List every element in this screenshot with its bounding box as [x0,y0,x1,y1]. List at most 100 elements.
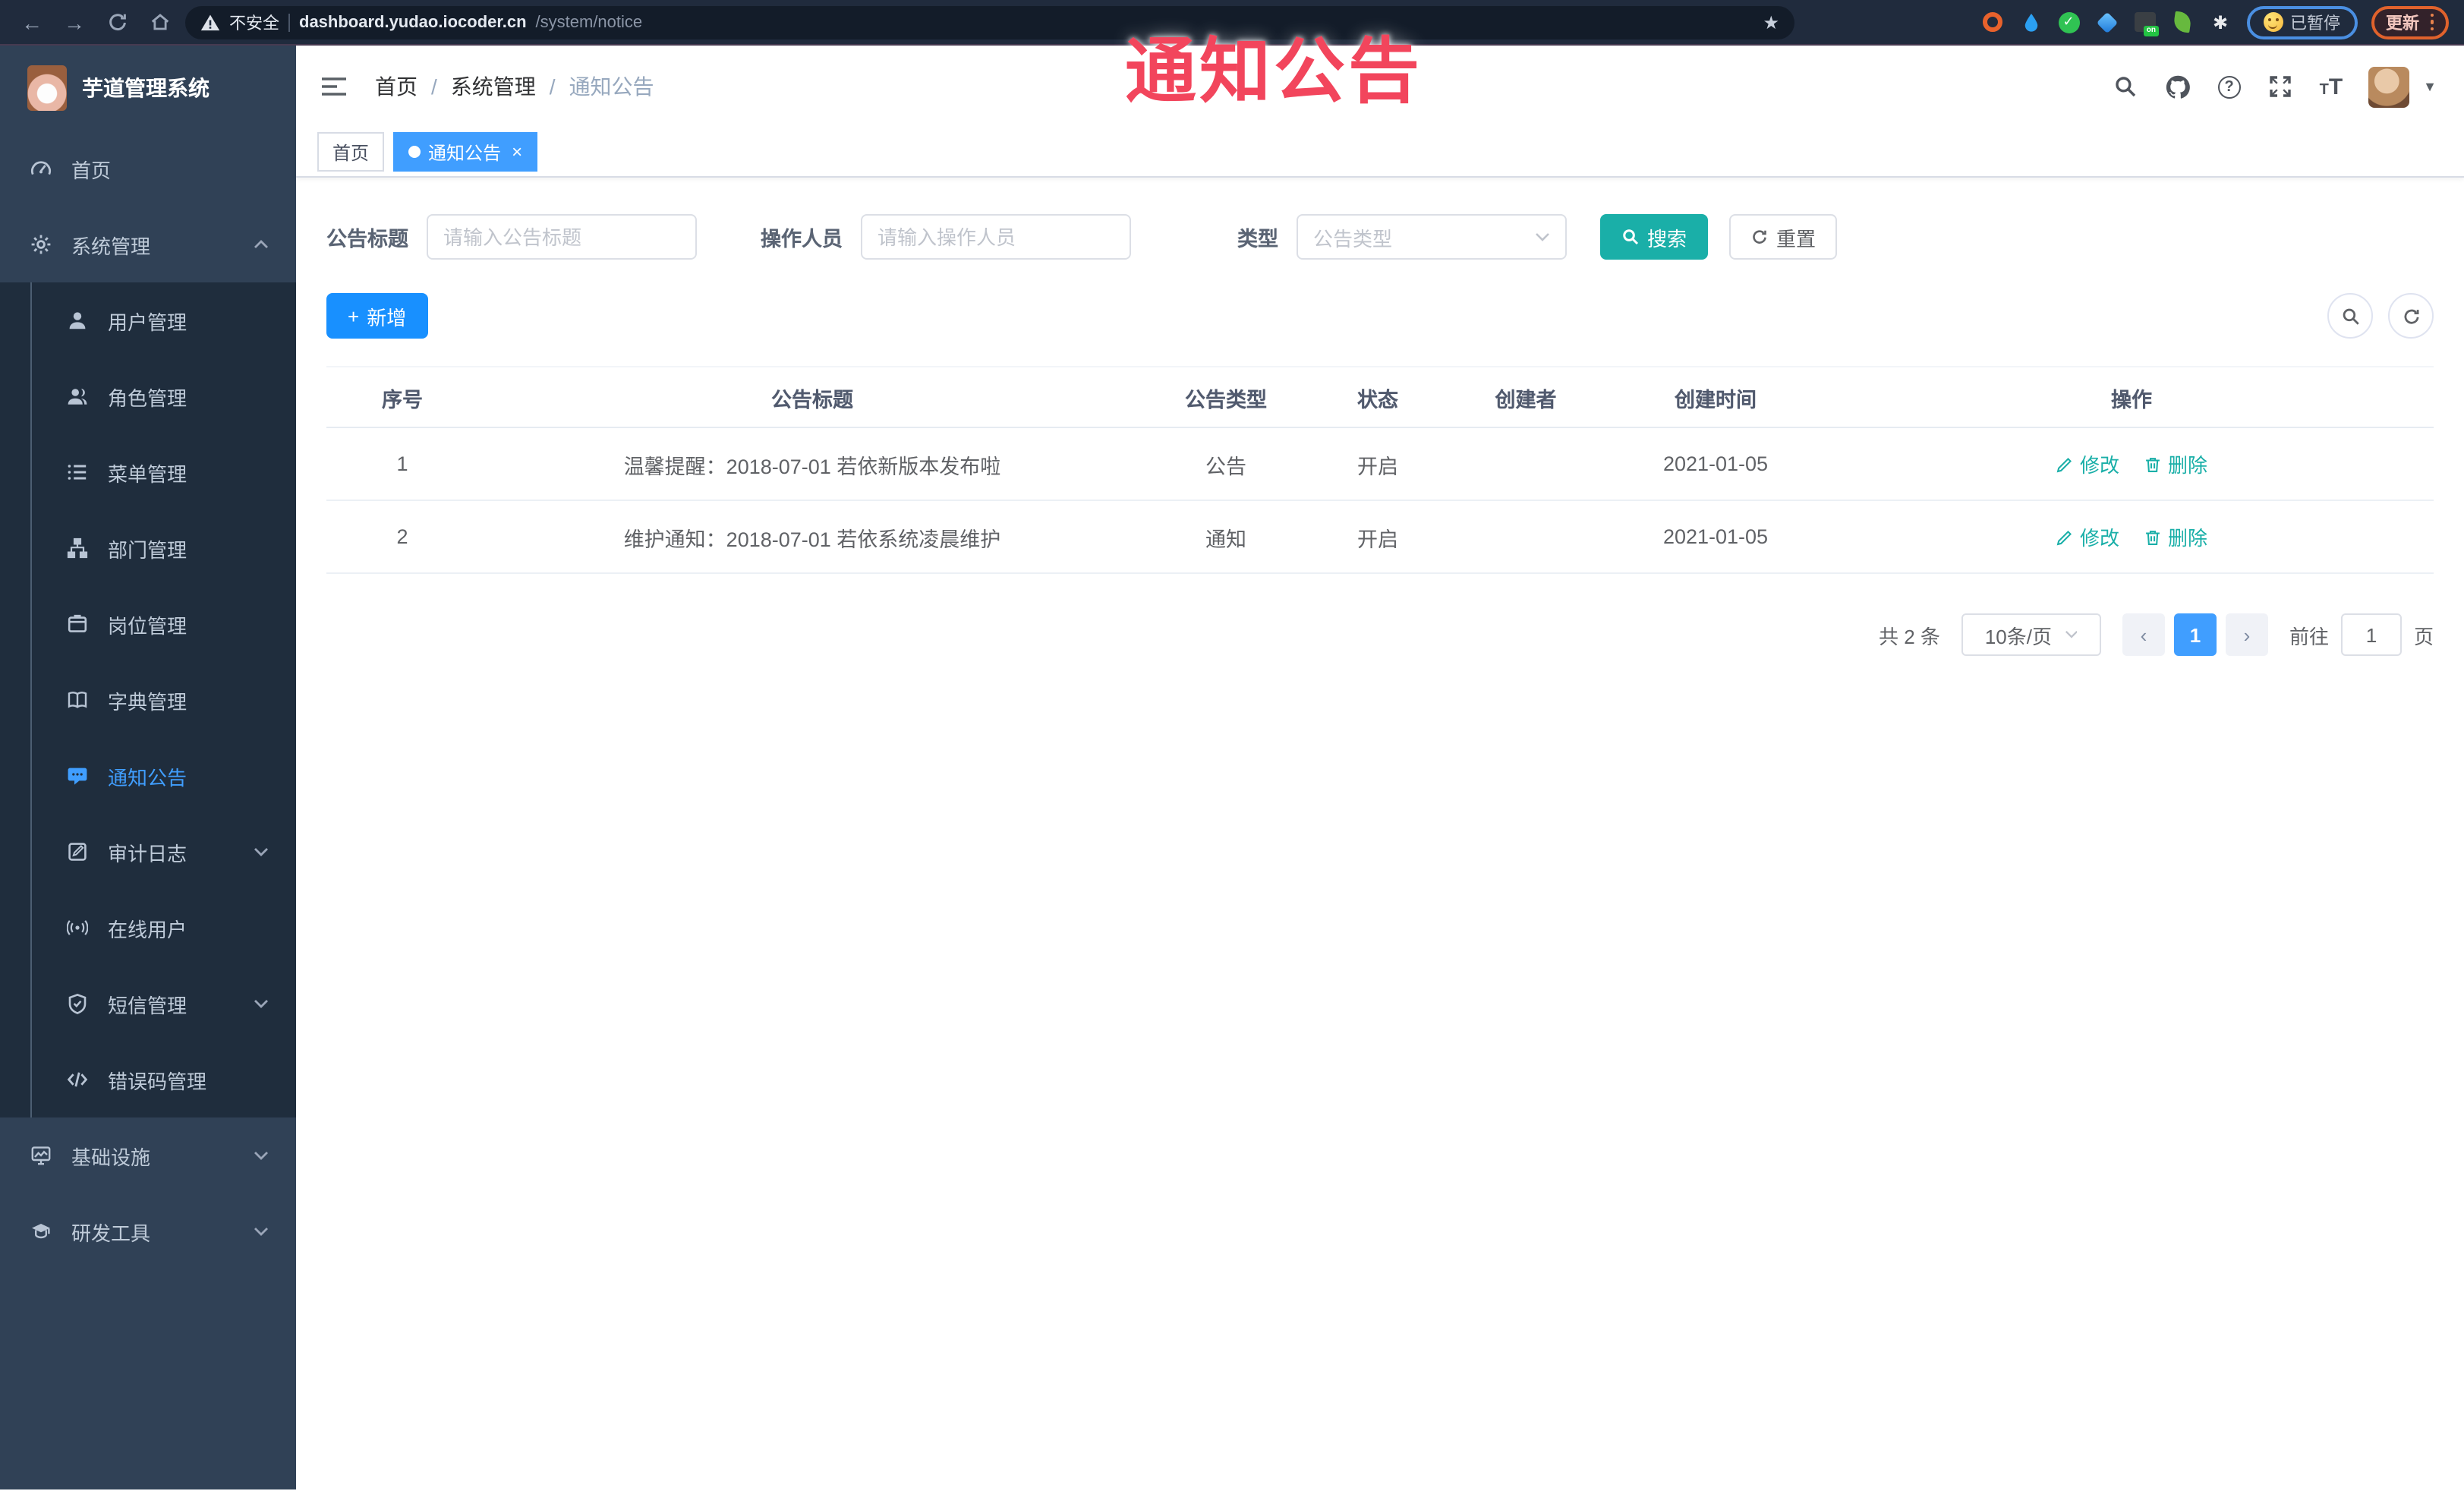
goto-label: 前往 [2289,625,2329,648]
warning-icon [200,13,220,31]
delete-link[interactable]: 删除 [2144,522,2207,551]
search-button[interactable]: 搜索 [1600,214,1709,260]
home-icon[interactable] [143,5,176,39]
goto-page-input[interactable] [2340,613,2402,656]
menu-list-icon [67,462,88,483]
title-label: 公告标题 [326,228,408,251]
cell-no: 1 [326,427,478,501]
font-size-icon[interactable]: TT [2320,75,2343,98]
hamburger-icon[interactable] [320,74,348,99]
forward-icon[interactable]: → [58,5,91,39]
sidebar-item-错误码管理[interactable]: 错误码管理 [0,1042,296,1117]
help-icon[interactable]: ? [2217,75,2241,98]
sidebar-item-label: 首页 [71,159,112,181]
log-icon [67,841,88,862]
tag-close-icon[interactable]: × [512,141,522,162]
extension-drop-icon[interactable] [2018,10,2043,34]
sidebar-item-短信管理[interactable]: 短信管理 [0,966,296,1042]
col-type: 公告类型 [1146,366,1306,428]
title-input[interactable] [427,214,697,260]
breadcrumb-home[interactable]: 首页 [375,71,417,102]
sidebar-item-字典管理[interactable]: 字典管理 [0,662,296,738]
cell-type: 通知 [1146,500,1306,574]
refresh-button[interactable] [2388,293,2434,339]
table-row: 2 维护通知：2018-07-01 若依系统凌晨维护 通知 开启 2021-01-05 修… [326,500,2434,574]
sidebar-item-系统管理[interactable]: 系统管理 [0,206,296,282]
sidebar-item-通知公告[interactable]: 通知公告 [0,738,296,814]
chevron-down-icon [254,999,269,1008]
table-toolbar: + 新增 [326,293,2434,339]
operator-input[interactable] [861,214,1131,260]
chevron-down-icon [1535,232,1550,241]
cell-no: 2 [326,500,478,574]
org-tree-icon [67,537,88,559]
profile-paused-chip[interactable]: 已暂停 [2246,5,2357,39]
tag-home[interactable]: 首页 [317,132,385,172]
filter-form: 公告标题 操作人员 类型 公告类型 搜索 [326,214,2434,260]
extension-green-circle-icon[interactable]: ✓ [2056,10,2081,34]
sidebar-item-角色管理[interactable]: 角色管理 [0,358,296,434]
breadcrumb-separator: / [431,74,437,99]
tag-notice[interactable]: 通知公告 × [393,132,538,172]
browser-update-button[interactable]: 更新 [2371,5,2449,39]
page-1-button[interactable]: 1 [2173,613,2217,656]
app-logo[interactable]: 芋道管理系统 [0,46,296,131]
sidebar-item-研发工具[interactable]: 研发工具 [0,1193,296,1269]
cell-type: 公告 [1146,427,1306,501]
back-icon[interactable]: ← [15,5,49,39]
chevron-up-icon [254,240,269,249]
page-content: 公告标题 操作人员 类型 公告类型 搜索 [296,178,2464,1489]
reload-icon[interactable] [100,5,134,39]
col-created: 创建时间 [1602,366,1829,428]
sidebar-item-部门管理[interactable]: 部门管理 [0,510,296,586]
avatar[interactable] [2368,66,2410,107]
chevron-down-icon [254,1151,269,1160]
breadcrumb-separator: / [549,74,556,99]
sidebar-item-首页[interactable]: 首页 [0,131,296,206]
logo-image [27,65,67,111]
edit-link[interactable]: 修改 [2056,522,2119,551]
sidebar-item-菜单管理[interactable]: 菜单管理 [0,434,296,510]
cell-actions: 修改 删除 [1829,500,2434,574]
dashboard-icon [30,158,52,179]
app-title: 芋道管理系统 [82,76,210,100]
edit-link[interactable]: 修改 [2056,449,2119,478]
sidebar-item-审计日志[interactable]: 审计日志 [0,814,296,890]
sidebar-item-label: 在线用户 [108,918,187,941]
extensions-puzzle-icon[interactable]: ✱ [2208,10,2232,34]
extension-gem-icon[interactable] [2094,10,2119,34]
sidebar-item-label: 菜单管理 [108,462,187,485]
type-label: 类型 [1237,228,1278,251]
extension-leaf-icon[interactable] [2170,10,2195,34]
sidebar-item-label: 审计日志 [108,842,187,865]
toggle-search-button[interactable] [2327,293,2373,339]
breadcrumb: 首页 / 系统管理 / 通知公告 [375,71,654,102]
add-button[interactable]: + 新增 [326,293,428,339]
extension-onoff-icon[interactable]: on [2132,10,2158,36]
bookmark-star-icon[interactable]: ★ [1763,11,1779,33]
extension-orange-ring-icon[interactable] [1980,10,2005,34]
address-bar[interactable]: 不安全 dashboard.yudao.iocoder.cn/system/no… [185,5,1794,39]
next-page-button[interactable]: › [2225,613,2268,656]
browser-menu-icon[interactable] [2430,13,2434,31]
sidebar-item-在线用户[interactable]: 在线用户 [0,890,296,966]
chevron-down-icon[interactable]: ▼ [2423,79,2437,94]
prev-page-button[interactable]: ‹ [2122,613,2165,656]
gear-icon [30,234,52,255]
browser-extensions: ✓ on ✱ 已暂停 更新 [1980,5,2449,39]
reset-button[interactable]: 重置 [1729,214,1838,260]
delete-link[interactable]: 删除 [2144,449,2207,478]
github-icon[interactable] [2165,73,2192,100]
page-size-select[interactable]: 10条/页 [1961,613,2101,656]
fullscreen-icon[interactable] [2267,73,2294,100]
sidebar-item-岗位管理[interactable]: 岗位管理 [0,586,296,662]
user-icon [67,310,88,331]
sidebar-item-用户管理[interactable]: 用户管理 [0,282,296,358]
cell-created: 2021-01-05 [1602,427,1829,501]
type-select[interactable]: 公告类型 [1297,214,1567,260]
shield-icon [67,993,88,1014]
sidebar-item-基础设施[interactable]: 基础设施 [0,1117,296,1193]
update-label: 更新 [2386,14,2419,33]
breadcrumb-system[interactable]: 系统管理 [451,71,536,102]
header-search-icon[interactable] [2112,73,2139,100]
